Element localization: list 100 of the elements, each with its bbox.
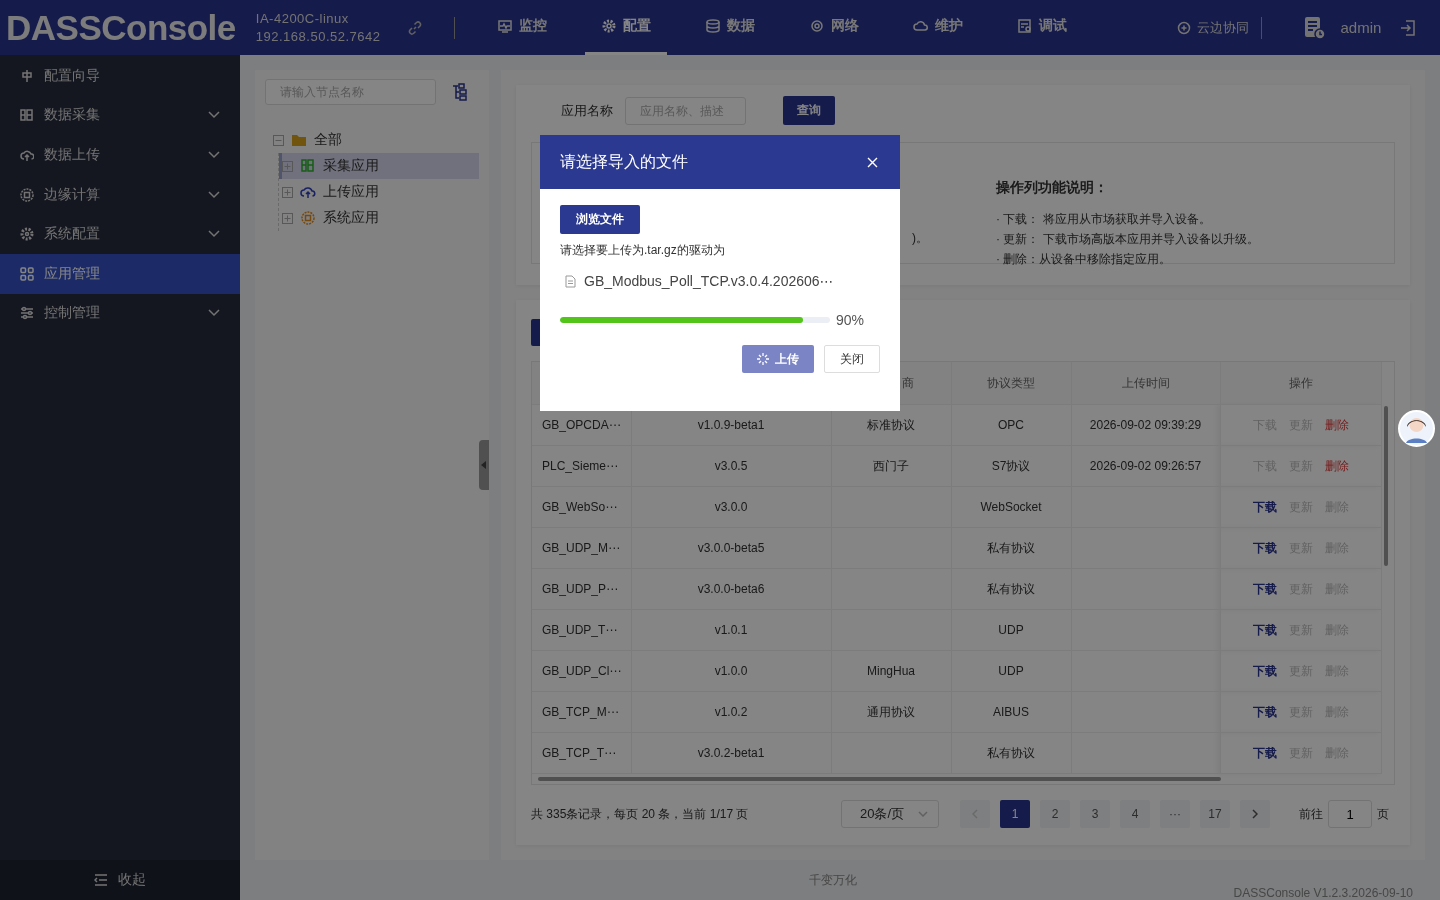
document-icon [565,274,576,288]
table-cell: MingHua [867,664,915,678]
upload-button[interactable]: 上传 [742,345,814,373]
table-cell: AIBUS [993,705,1029,719]
app-logo: DASSConsole [6,7,236,48]
sidebar-item[interactable]: 控制管理 [0,293,240,334]
nav-tab[interactable]: 数据 [689,0,772,55]
page-button[interactable]: 3 [1080,800,1110,828]
nav-tab[interactable]: 调试 [1001,0,1084,55]
page-number-field[interactable]: 1 [1328,800,1372,828]
user-name[interactable]: admin [1340,19,1382,36]
version-text: DASSConsole V1.2.3.2026-09-10 [1233,886,1413,900]
download-link[interactable]: 下载 [1252,498,1277,516]
sliders-icon [20,306,34,321]
close-button[interactable]: 关闭 [824,345,880,373]
sidebar-item[interactable]: 配置向导 [0,56,240,96]
progress-reading: 90% [836,312,865,328]
table-cell: GB_WebSo⋯ [542,500,618,514]
chip-icon [300,210,316,226]
folder-icon [291,132,307,148]
download-link[interactable]: 下载 [1252,744,1277,762]
table-cell: v1.0.2 [714,705,748,719]
grid-icon [20,108,34,123]
table-cell: GB_TCP_T⋯ [542,746,616,760]
page-button[interactable]: 17 [1200,800,1230,828]
column-header: 商 [901,375,914,390]
grid-icon [300,158,316,174]
upload-cloud-icon [300,184,316,200]
table-cell: GB_OPCDA⋯ [542,418,621,432]
table-cell: UDP [998,623,1024,637]
next-page-button[interactable] [1240,800,1270,828]
close-icon[interactable] [867,156,878,168]
column-header: 操作 [1288,375,1313,390]
table-cell: WebSocket [980,500,1042,514]
download-link[interactable]: 下载 [1252,662,1277,680]
tree-node-label[interactable]: 系统应用 [323,209,379,227]
table-cell: S7协议 [991,458,1031,473]
tree-structure-icon[interactable] [452,83,470,101]
cloud-icon [913,18,930,34]
collapse-toggle-icon[interactable] [273,134,284,146]
page-button[interactable]: 2 [1040,800,1070,828]
notes-item: · 删除：从设备中移除指定应用。 [996,251,1173,268]
delete-link[interactable]: 删除 [1324,416,1349,434]
page-unit: 页 [1377,805,1389,823]
tree-node-label[interactable]: 上传应用 [323,183,379,201]
delete-link[interactable]: 删除 [1324,457,1349,475]
page-button[interactable]: ··· [1160,800,1190,828]
sidebar-item[interactable]: 数据上传 [0,135,240,175]
assistant-avatar[interactable] [1398,410,1435,447]
nav-tab[interactable]: 监控 [481,0,564,55]
table-cell: v3.0.0 [714,500,748,514]
tree-node-label[interactable]: 采集应用 [323,157,379,175]
monitor-icon [497,18,514,34]
logout-icon[interactable] [1399,18,1418,37]
expand-toggle-icon[interactable] [282,212,293,224]
spinner-icon [757,353,769,365]
apps-icon [20,266,34,281]
table-cell: GB_UDP_Cl⋯ [542,664,622,678]
page-button[interactable]: 4 [1120,800,1150,828]
table-cell: GB_UDP_T⋯ [542,623,618,637]
chevron-right-icon [1252,809,1258,819]
horizontal-scrollbar[interactable] [538,777,1221,781]
previous-page-button[interactable] [960,800,990,828]
download-link[interactable]: 下载 [1252,703,1277,721]
table-cell: 标准协议 [867,417,915,432]
expand-toggle-icon[interactable] [282,186,293,198]
download-link[interactable]: 下载 [1252,539,1277,557]
expand-toggle-icon[interactable] [282,160,293,172]
goto-label: 前往 [1299,805,1323,823]
sidebar-item[interactable]: 边缘计算 [0,174,240,215]
page-size-select[interactable]: 20条/页 [841,800,939,828]
download-link[interactable]: 下载 [1252,580,1277,598]
report-icon[interactable] [1304,15,1327,40]
sidebar-item[interactable]: 数据采集 [0,95,240,136]
tree-node-label[interactable]: 全部 [314,131,342,149]
sidebar-item[interactable]: 系统配置 [0,214,240,254]
plus-circle-icon [1177,20,1192,35]
table-cell: 私有协议 [987,540,1035,555]
vertical-scrollbar[interactable] [1384,406,1388,566]
download-link[interactable]: 下载 [1252,621,1277,639]
upload-cloud-icon [20,148,34,162]
browse-button[interactable]: 浏览文件 [560,205,640,234]
sidebar-item[interactable]: 应用管理 [0,253,240,294]
table-cell: GB_TCP_M⋯ [542,705,619,719]
debug-icon [1017,18,1034,34]
nav-tab[interactable]: 维护 [897,0,980,55]
collapse-icon [94,874,108,886]
signpost-icon [20,68,34,83]
dialog-title: 请选择导入的文件 [560,151,688,172]
query-button[interactable]: 查询 [783,96,835,125]
page-button[interactable]: 1 [1000,800,1030,828]
notes-item: · 下载： 将应用从市场获取并导入设备。 [996,211,1212,228]
table-cell: 私有协议 [987,745,1035,760]
panel-collapse-handle[interactable] [479,440,489,490]
nav-tab[interactable]: 网络 [793,0,876,55]
field-label: 应用名称 [561,101,613,120]
cloud-sync-link[interactable]: 云边协同 [1177,18,1250,37]
table-cell: 私有协议 [987,581,1035,596]
collapse-button[interactable]: 收起 [0,860,240,900]
table-cell: 2026-09-02 09:39:29 [1089,418,1202,432]
